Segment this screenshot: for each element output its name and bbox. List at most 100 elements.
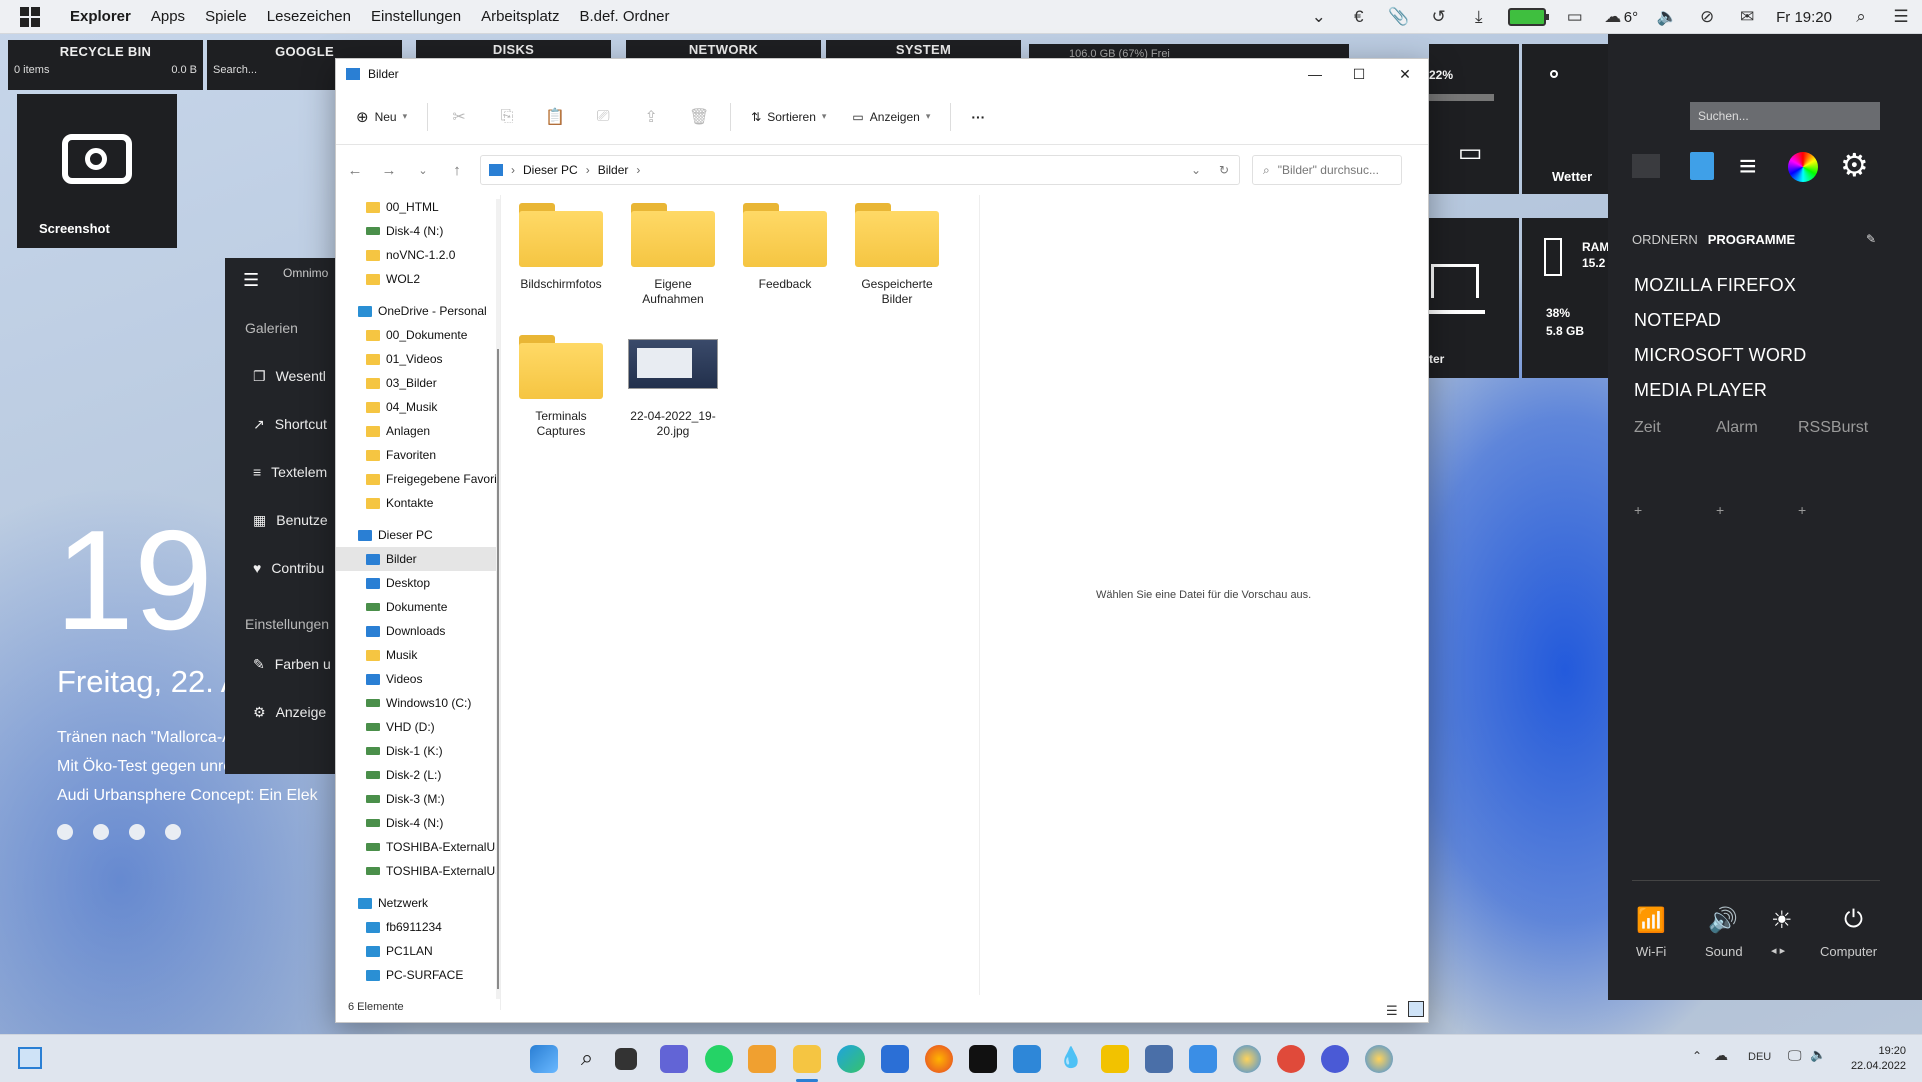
monitor-icon[interactable]: ▭ [1564,6,1586,28]
search-icon[interactable]: ⌕ [1850,6,1872,28]
weather-cloud-icon[interactable]: ☁ 6° [1604,6,1638,28]
nav-item[interactable]: Disk-1 (K:) [336,739,500,763]
euro-icon[interactable]: € [1348,6,1370,28]
forward-arrow-icon[interactable]: → [378,162,400,179]
image-file-item[interactable]: 22-04-2022_19-20.jpg [623,335,723,439]
program-item[interactable]: MICROSOFT WORD [1634,338,1806,373]
breadcrumb-item[interactable]: Dieser PC [523,163,578,177]
history-icon[interactable]: ↺ [1428,6,1450,28]
tab-programme[interactable]: PROGRAMME [1708,232,1795,247]
paste-icon[interactable]: 📋 [538,107,572,127]
network-tile[interactable]: NETWORK [626,40,821,60]
close-button[interactable]: ✕ [1382,59,1428,89]
view-button[interactable]: ▭ Anzeigen ▾ [846,106,936,128]
mail-icon[interactable]: ✉ [1736,6,1758,28]
cpu-tile[interactable]: 22% ▭ [1429,44,1519,194]
nav-item[interactable]: OneDrive - Personal [336,299,500,323]
omnimo-item[interactable]: ♥ Contribu [225,544,335,592]
nav-item[interactable]: Dokumente [336,595,500,619]
search-box[interactable]: ⌕ "Bilder" durchsuc... [1252,155,1402,185]
pager-dot[interactable] [93,824,109,840]
tab-ordnern[interactable]: ORDNERN [1632,232,1698,247]
nav-item[interactable]: fb6911234 [336,915,500,939]
new-button[interactable]: ⊕ Neu ▾ [350,104,413,130]
chevron-down-icon[interactable]: ⌄ [1191,163,1201,177]
ram-tile[interactable]: RAM 15.2 38% 5.8 GB [1522,218,1622,378]
omnimo-item[interactable]: ▦ Benutze [225,496,335,544]
network-icon[interactable]: 🖵 [1788,1047,1802,1064]
sort-button[interactable]: ⇅ Sortieren ▾ [745,106,832,128]
omnimo-item[interactable]: ≡ Textelem [225,448,335,496]
add-icon[interactable]: + [1798,502,1806,518]
language-indicator[interactable]: DEU [1748,1051,1771,1063]
brightness-icon[interactable]: ☀ [1771,906,1793,935]
nav-item[interactable]: Videos [336,667,500,691]
nav-item[interactable]: TOSHIBA-ExternalUSB3 [336,835,500,859]
nav-item[interactable]: TOSHIBA-ExternalUSB3 [336,859,500,883]
brightness-arrows-icon[interactable]: ◂ ▸ [1771,944,1785,957]
tray-chevron-icon[interactable]: ⌃ [1692,1049,1702,1063]
system-tile[interactable]: SYSTEM [826,40,1021,60]
program-item[interactable]: NOTEPAD [1634,303,1806,338]
omnimo-item[interactable]: ❐ Wesentl [225,352,335,400]
nav-item[interactable]: noVNC-1.2.0 [336,243,500,267]
omnimo-item[interactable]: ✎ Farben u [225,640,335,688]
vpn-icon[interactable] [1321,1045,1349,1073]
menu-bdef-ordner[interactable]: B.def. Ordner [569,8,679,25]
store-icon[interactable] [881,1045,909,1073]
nav-item[interactable]: Disk-3 (M:) [336,787,500,811]
windows-logo-icon[interactable] [0,6,60,27]
nav-item[interactable]: Kontakte [336,491,500,515]
app-sun-icon[interactable] [1233,1045,1261,1073]
search-icon[interactable]: ⌕ [573,1045,601,1073]
rdp-icon[interactable] [1145,1045,1173,1073]
maximize-button[interactable]: ☐ [1336,59,1382,89]
nav-item[interactable]: Downloads [336,619,500,643]
rssburst-link[interactable]: RSSBurst [1798,419,1868,437]
menu-spiele[interactable]: Spiele [195,8,257,25]
minimize-button[interactable]: — [1292,59,1338,89]
nav-item[interactable]: Favoriten [336,443,500,467]
add-icon[interactable]: + [1634,502,1642,518]
onedrive-icon[interactable]: ☁ [1714,1047,1728,1064]
tiles-view-icon[interactable] [1408,1001,1424,1017]
more-button[interactable]: ··· [965,105,991,129]
volume-icon[interactable]: 🔈 [1810,1047,1826,1063]
snipping-icon[interactable] [748,1045,776,1073]
whatsapp-icon[interactable] [705,1045,733,1073]
alarm-link[interactable]: Alarm [1716,419,1758,437]
news-item[interactable]: Audi Urbansphere Concept: Ein Elek [57,781,318,810]
pager-dot[interactable] [165,824,181,840]
laptop-tile[interactable]: ter [1429,218,1519,378]
nav-item[interactable]: Musik [336,643,500,667]
details-view-icon[interactable]: ☰ [1386,1003,1398,1019]
folder-item[interactable]: Gespeicherte Bilder [847,203,947,307]
list-icon[interactable]: ☰ [1890,6,1912,28]
chevron-down-icon[interactable]: ⌄ [412,164,434,177]
nav-scrollbar[interactable] [496,199,500,999]
nav-item[interactable]: Netzwerk [336,891,500,915]
nav-item[interactable]: PC1LAN [336,939,500,963]
add-icon[interactable]: + [1716,502,1724,518]
speaker-icon[interactable]: 🔈 [1656,6,1678,28]
menubar-clock[interactable]: Fr 19:20 [1776,9,1832,26]
program-item[interactable]: MEDIA PLAYER [1634,373,1806,408]
google-search[interactable]: Search... [213,64,257,76]
nav-item[interactable]: Dieser PC [336,523,500,547]
app-feather-icon[interactable] [1189,1045,1217,1073]
nav-item[interactable]: 00_Dokumente [336,323,500,347]
weather-tile[interactable]: Wetter [1522,44,1622,194]
power-icon[interactable]: ⏻ [1844,906,1863,934]
up-arrow-icon[interactable]: ↑ [446,162,468,179]
cut-icon[interactable]: ✂ [442,107,476,127]
nav-item[interactable]: 00_HTML [336,195,500,219]
desktop-switch-icon[interactable] [18,1047,42,1069]
gear-icon[interactable]: ⚙ [1840,146,1869,184]
back-arrow-icon[interactable]: ← [344,162,366,179]
rename-icon[interactable]: ⎚ [586,108,620,126]
zeit-link[interactable]: Zeit [1634,419,1661,437]
files-icon[interactable] [1690,152,1714,180]
pager-dot[interactable] [129,824,145,840]
nav-item[interactable]: 01_Videos [336,347,500,371]
app-cake-icon[interactable] [1277,1045,1305,1073]
